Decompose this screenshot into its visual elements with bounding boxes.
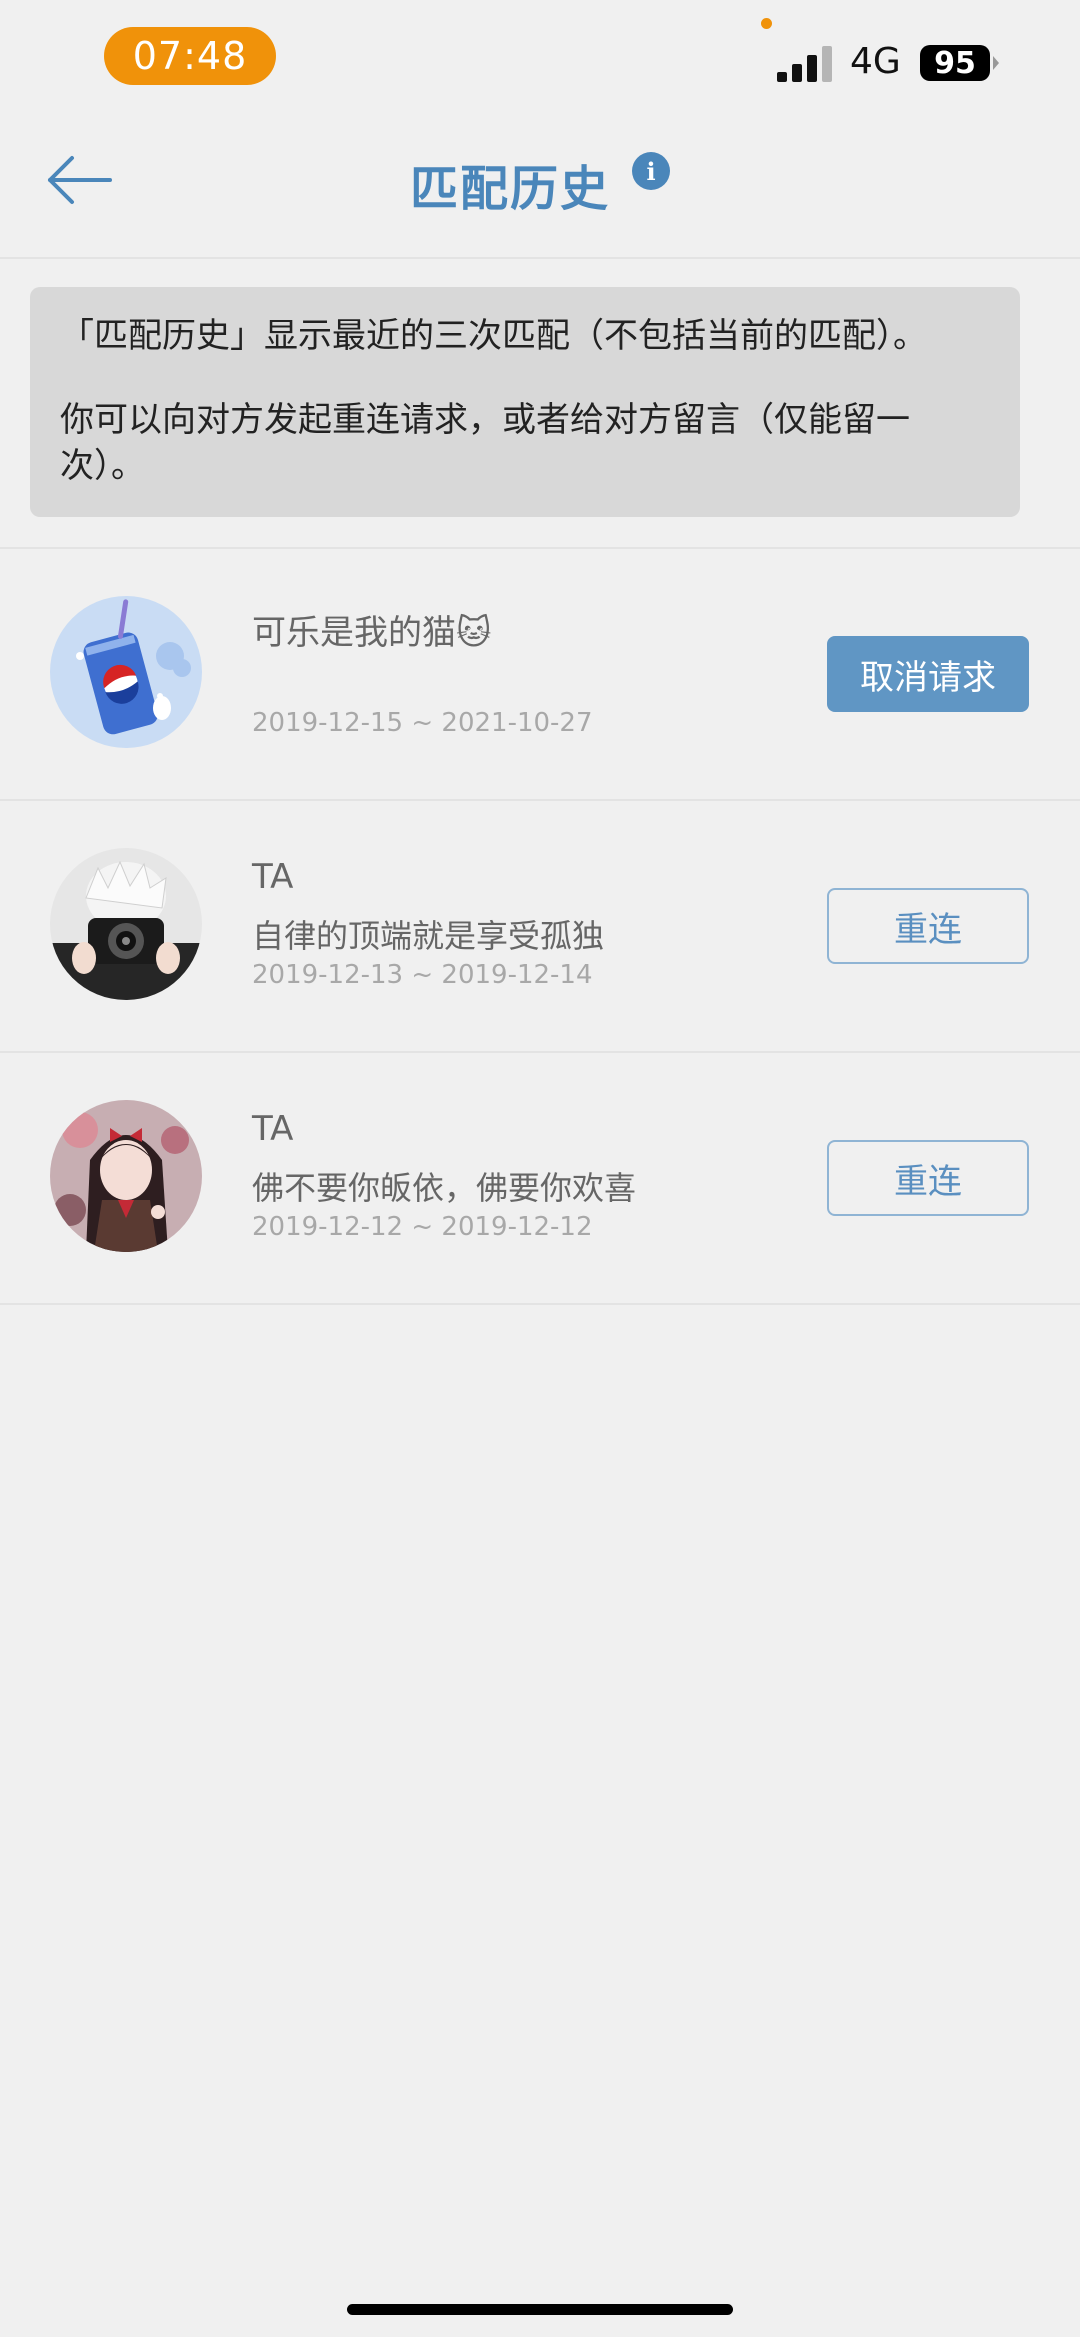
- nav-header: 匹配历史 i: [0, 110, 1080, 259]
- match-dates: 2019-12-12 ~ 2019-12-12: [252, 1212, 593, 1242]
- match-dates: 2019-12-15 ~ 2021-10-27: [252, 708, 593, 738]
- anime-girl-avatar[interactable]: [50, 1100, 202, 1252]
- match-dates: 2019-12-13 ~ 2019-12-14: [252, 960, 593, 990]
- network-type: 4G: [850, 41, 901, 82]
- pepsi-can-avatar[interactable]: [50, 596, 202, 748]
- info-icon[interactable]: i: [632, 152, 670, 190]
- page-title: 匹配历史: [409, 160, 610, 217]
- photographer-avatar[interactable]: [50, 848, 202, 1000]
- info-glyph: i: [646, 156, 656, 186]
- cellular-signal-icon: [777, 46, 832, 82]
- battery-level: 95: [934, 45, 976, 81]
- history-row: 可乐是我的猫🐱 2019-12-15 ~ 2021-10-27 取消请求: [0, 549, 1080, 799]
- status-time: 07:48: [104, 27, 276, 85]
- battery-tip: [993, 56, 999, 70]
- notice-line-2: 你可以向对方发起重连请求，或者给对方留言（仅能留一次）。: [60, 400, 910, 486]
- match-signature: 自律的顶端就是享受孤独: [252, 917, 605, 955]
- history-row: TA 自律的顶端就是享受孤独 2019-12-13 ~ 2019-12-14 重…: [0, 801, 1080, 1051]
- battery-icon: 95: [920, 45, 990, 81]
- match-name: 可乐是我的猫🐱: [252, 613, 492, 653]
- cancel-request-button[interactable]: 取消请求: [827, 636, 1029, 712]
- home-indicator[interactable]: [347, 2304, 733, 2315]
- notice-line-1: 「匹配历史」显示最近的三次匹配（不包括当前的匹配）。: [60, 316, 927, 356]
- mic-indicator-dot: [761, 18, 772, 29]
- divider: [0, 1303, 1080, 1305]
- match-signature: 佛不要你皈依，佛要你欢喜: [252, 1169, 637, 1207]
- history-row: TA 佛不要你皈依，佛要你欢喜 2019-12-12 ~ 2019-12-12 …: [0, 1053, 1080, 1303]
- reconnect-button[interactable]: 重连: [827, 1140, 1029, 1216]
- match-name: TA: [252, 857, 294, 897]
- arrow-left-icon[interactable]: [40, 140, 120, 220]
- info-notice: 「匹配历史」显示最近的三次匹配（不包括当前的匹配）。 你可以向对方发起重连请求，…: [30, 287, 1020, 517]
- reconnect-button[interactable]: 重连: [827, 888, 1029, 964]
- status-bar: 07:48 4G 95: [0, 0, 1080, 110]
- match-name: TA: [252, 1109, 294, 1149]
